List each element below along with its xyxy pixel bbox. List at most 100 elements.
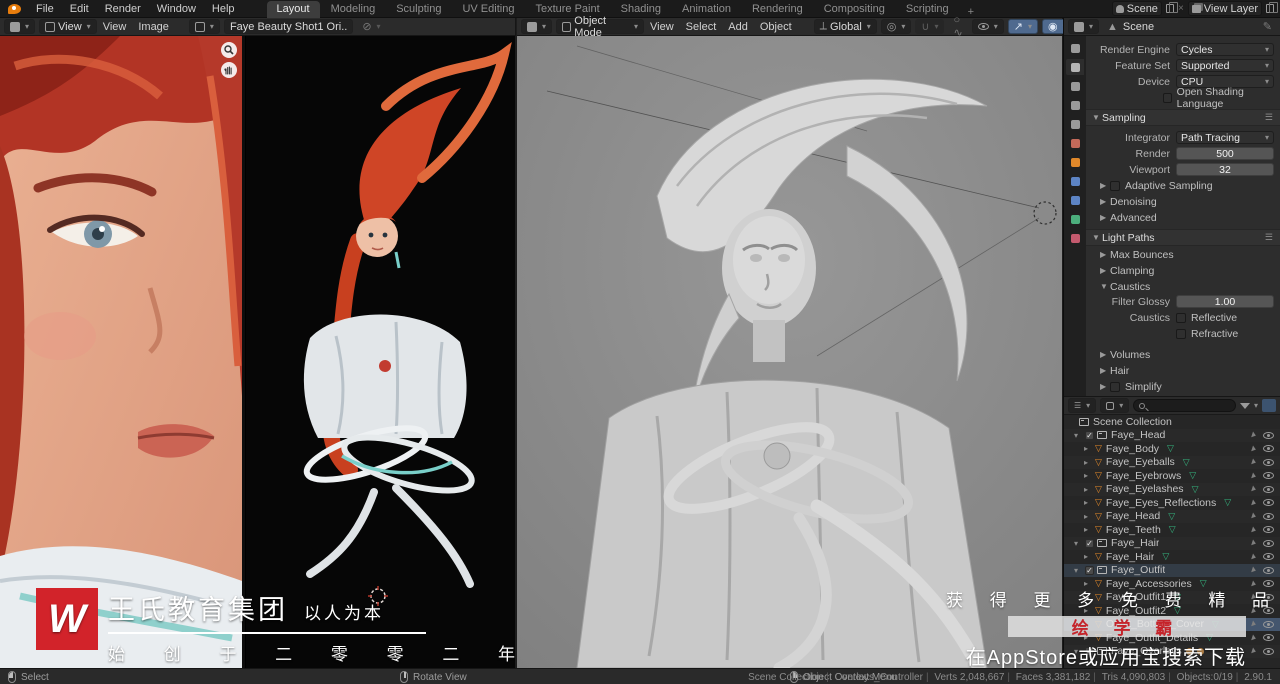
image-mode-dropdown[interactable]: View ▾: [39, 19, 97, 34]
scene-tab-icon[interactable]: [1066, 116, 1084, 132]
caustics-row[interactable]: ▼ Caustics: [1086, 279, 1280, 294]
outliner-row[interactable]: ▾ ✓ Faye_Head: [1064, 428, 1280, 442]
hair-row[interactable]: ▶ Hair: [1086, 363, 1280, 378]
outliner-search-input[interactable]: [1133, 399, 1236, 412]
view-layer-tab-icon[interactable]: [1066, 97, 1084, 113]
viewport-3d[interactable]: [517, 36, 1062, 668]
tab-layout[interactable]: Layout: [266, 0, 320, 18]
selectability-icon[interactable]: [1251, 647, 1257, 655]
hide-eye-icon[interactable]: [1263, 566, 1274, 574]
expand-icon[interactable]: ▸: [1084, 485, 1095, 494]
orientation-dropdown[interactable]: ⟂ Global ▾: [813, 19, 877, 34]
add-workspace-button[interactable]: +: [960, 6, 982, 18]
selectability-icon[interactable]: [1251, 458, 1257, 466]
image-menu-image[interactable]: Image: [132, 21, 175, 33]
outliner-row[interactable]: ▸ ▽ Faye_Teeth ▽: [1064, 523, 1280, 537]
tab-compositing[interactable]: Compositing: [814, 1, 895, 18]
tab-uv-editing[interactable]: UV Editing: [452, 1, 524, 18]
collection-checkbox[interactable]: ✓: [1085, 430, 1094, 440]
collection-checkbox[interactable]: ✓: [1085, 538, 1094, 548]
expand-icon[interactable]: ▸: [1084, 444, 1095, 453]
pin-icon[interactable]: ✎: [1263, 20, 1272, 33]
hide-eye-icon[interactable]: [1263, 499, 1274, 507]
filter-glossy-field[interactable]: 1.00: [1176, 295, 1274, 308]
sampling-section-header[interactable]: ▼ Sampling ☰: [1086, 109, 1280, 126]
properties-editor-type-dropdown[interactable]: ▾: [1068, 19, 1100, 34]
hide-eye-icon[interactable]: [1263, 634, 1274, 642]
viewport-editor-type-dropdown[interactable]: ▾: [521, 19, 553, 34]
close-scene-icon[interactable]: ×: [1178, 3, 1184, 14]
expand-icon[interactable]: ▾: [1074, 539, 1085, 548]
tab-sculpting[interactable]: Sculpting: [386, 1, 451, 18]
data-tab-icon[interactable]: [1066, 211, 1084, 227]
outliner-row[interactable]: ▸ ▽ Faye_Head ▽: [1064, 509, 1280, 523]
clamping-row[interactable]: ▶ Clamping: [1086, 263, 1280, 278]
tab-modeling[interactable]: Modeling: [321, 1, 386, 18]
light-paths-menu-icon[interactable]: ☰: [1265, 232, 1274, 243]
hide-eye-icon[interactable]: [1263, 485, 1274, 493]
hide-eye-icon[interactable]: [1263, 512, 1274, 520]
image-panel-closeup[interactable]: [0, 36, 242, 668]
reflective-checkbox[interactable]: [1176, 312, 1186, 323]
texture-tab-icon[interactable]: [1066, 230, 1084, 246]
selectability-icon[interactable]: [1251, 526, 1257, 534]
hide-eye-icon[interactable]: [1263, 580, 1274, 588]
outliner-row[interactable]: ▸ ▽ Faye_Eyes_Reflections ▽: [1064, 496, 1280, 510]
refractive-checkbox[interactable]: [1176, 328, 1186, 339]
tool-tab-icon[interactable]: [1066, 40, 1084, 56]
hide-eye-icon[interactable]: [1263, 526, 1274, 534]
image-panel-full[interactable]: [245, 36, 515, 668]
menu-help[interactable]: Help: [204, 0, 243, 18]
hide-eye-icon[interactable]: [1263, 620, 1274, 628]
collection-checkbox[interactable]: ✓: [1085, 565, 1094, 575]
viewport-samples-field[interactable]: 32: [1176, 163, 1274, 176]
view-layer-selector[interactable]: View Layer: [1187, 1, 1262, 16]
image-name-field[interactable]: Faye Beauty Shot1 Ori..: [223, 19, 354, 34]
simplify-row[interactable]: ▶ Simplify: [1086, 379, 1280, 394]
image-menu-view[interactable]: View: [97, 21, 133, 33]
pivot-dropdown[interactable]: ◎ ▾: [880, 19, 912, 34]
render-samples-field[interactable]: 500: [1176, 147, 1274, 160]
render-tab-icon[interactable]: [1066, 59, 1084, 75]
visibility-dropdown[interactable]: ▾: [971, 19, 1004, 34]
selectability-icon[interactable]: [1251, 539, 1257, 547]
outliner-filter-id-dropdown[interactable]: ▾: [1100, 398, 1130, 413]
copy-scene-icon[interactable]: [1165, 2, 1178, 13]
hide-eye-icon[interactable]: [1263, 472, 1274, 480]
adaptive-sampling-checkbox[interactable]: [1110, 180, 1120, 191]
selectability-icon[interactable]: [1251, 485, 1257, 493]
outliner-row[interactable]: ▾ ✓ Faye_Hair: [1064, 536, 1280, 550]
adaptive-sampling-row[interactable]: ▶ Adaptive Sampling: [1086, 178, 1280, 193]
volumes-row[interactable]: ▶ Volumes: [1086, 347, 1280, 362]
selectability-icon[interactable]: [1251, 431, 1257, 439]
sampling-menu-icon[interactable]: ☰: [1265, 112, 1274, 123]
feature-set-dropdown[interactable]: Supported ▾: [1176, 59, 1274, 72]
unlink-image-button[interactable]: ⊘ ▾: [357, 19, 385, 34]
outliner-row[interactable]: ▾ ✓ Faye_Outfit: [1064, 563, 1280, 577]
menu-render[interactable]: Render: [97, 0, 149, 18]
selectability-icon[interactable]: [1251, 620, 1257, 628]
output-tab-icon[interactable]: [1066, 78, 1084, 94]
constraints-tab-icon[interactable]: [1066, 192, 1084, 208]
zoom-tool-button[interactable]: [221, 42, 237, 58]
simplify-checkbox[interactable]: [1110, 381, 1120, 392]
outliner-row[interactable]: ▸ ▽ Faye_Body ▽: [1064, 442, 1280, 456]
selectability-icon[interactable]: [1251, 445, 1257, 453]
scene-selector[interactable]: Scene: [1111, 1, 1162, 16]
outliner-filter-dropdown[interactable]: ▾: [1239, 401, 1258, 410]
advanced-row[interactable]: ▶ Advanced: [1086, 210, 1280, 225]
vp-menu-view[interactable]: View: [644, 21, 680, 33]
outliner-settings-button[interactable]: [1262, 399, 1276, 412]
tab-scripting[interactable]: Scripting: [896, 1, 959, 18]
selectability-icon[interactable]: [1251, 553, 1257, 561]
copy-view-layer-icon[interactable]: [1266, 2, 1278, 13]
outliner-row[interactable]: ▸ ▽ Faye_Hair ▽: [1064, 550, 1280, 564]
hide-eye-icon[interactable]: [1263, 445, 1274, 453]
selectability-icon[interactable]: [1251, 472, 1257, 480]
selectability-icon[interactable]: [1251, 634, 1257, 642]
osl-checkbox[interactable]: [1163, 92, 1172, 103]
physics-tab-icon[interactable]: [1066, 173, 1084, 189]
light-paths-section-header[interactable]: ▼ Light Paths ☰: [1086, 229, 1280, 246]
editor-type-dropdown[interactable]: ▾: [4, 19, 36, 34]
expand-icon[interactable]: ▸: [1084, 498, 1095, 507]
